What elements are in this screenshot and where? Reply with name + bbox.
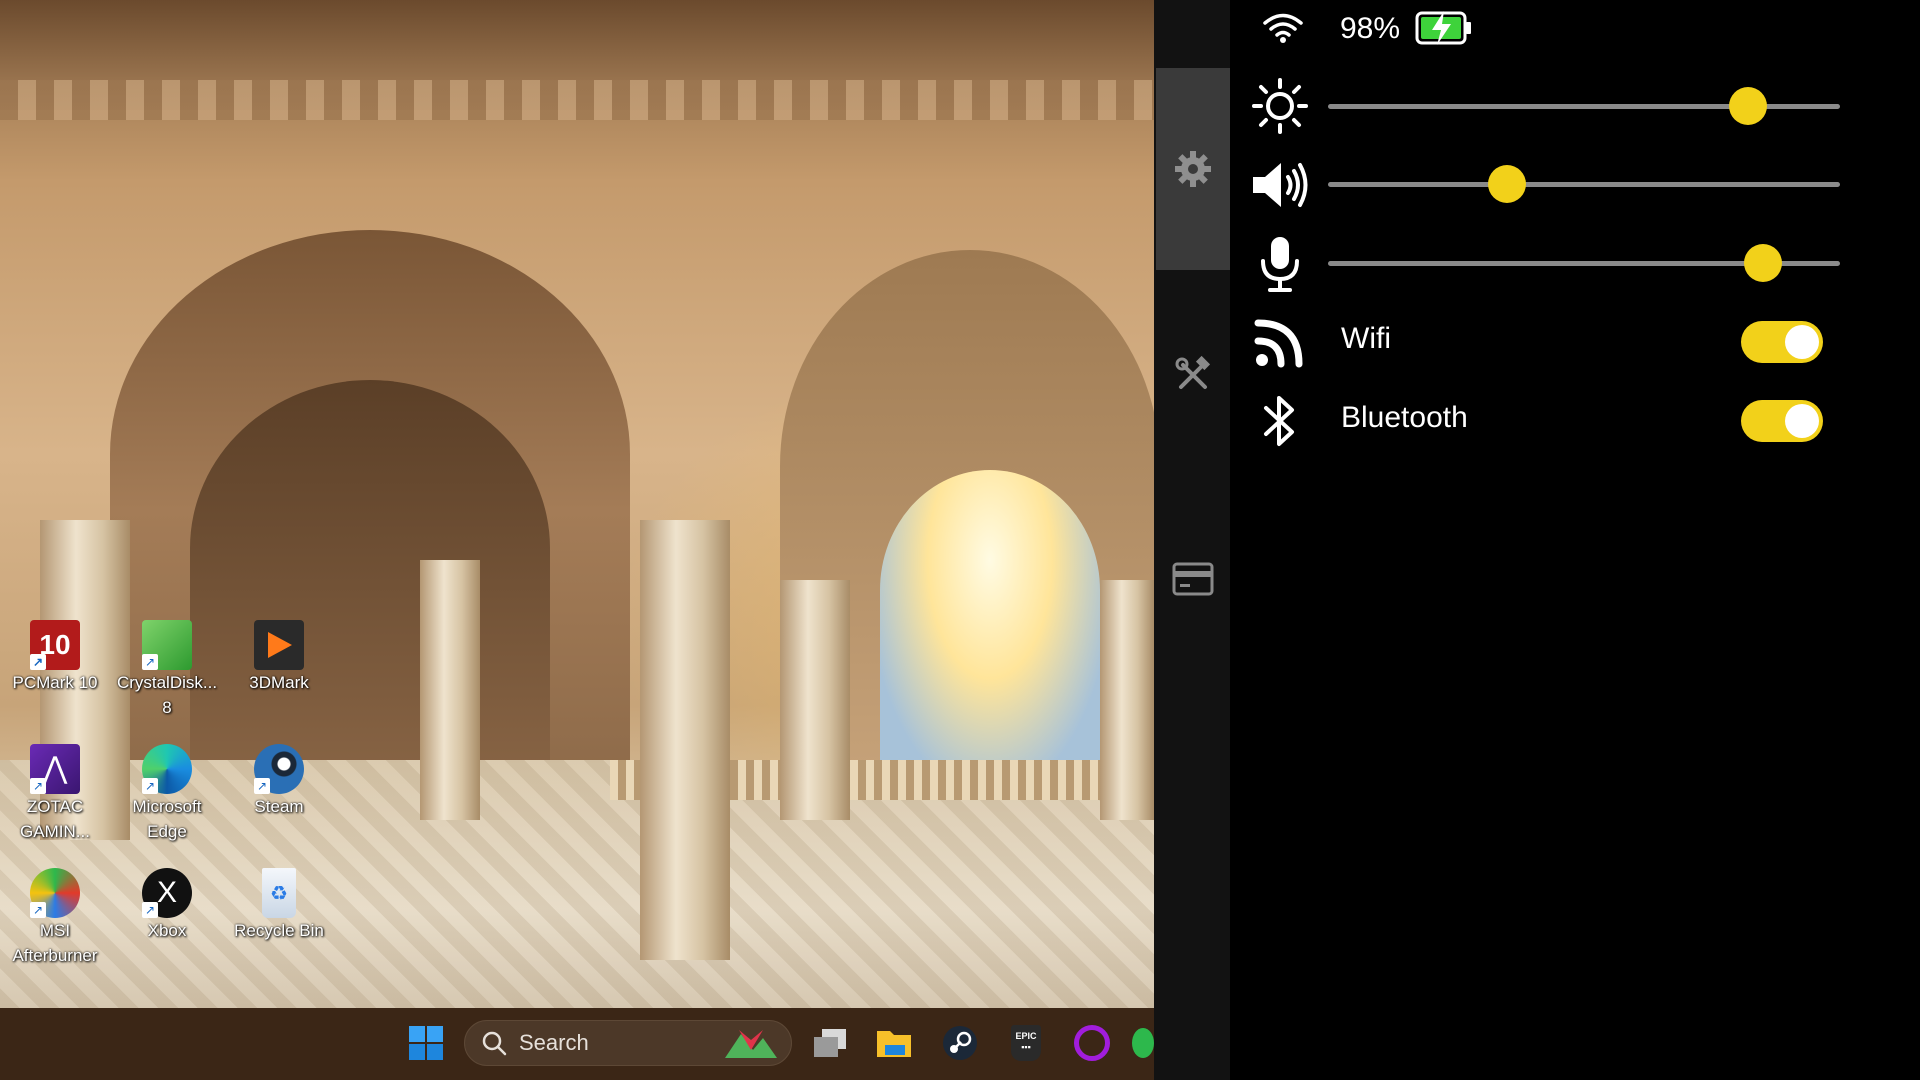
bluetooth-toggle-label: Bluetooth <box>1341 401 1468 434</box>
desktop-icon-label: MSI Afterburner <box>12 921 98 965</box>
search-highlight-icon <box>725 1030 777 1058</box>
quick-settings-panel <box>1230 0 1920 1080</box>
bluetooth-toggle[interactable] <box>1741 400 1823 442</box>
xbox-taskbar-button[interactable] <box>1132 1021 1154 1065</box>
wireless-icon <box>1254 319 1303 368</box>
search-label: Search <box>519 1030 589 1055</box>
search-icon <box>482 1031 507 1056</box>
file-explorer-button[interactable] <box>872 1021 916 1065</box>
wallpaper-pillar-5 <box>1100 580 1154 820</box>
wallpaper-pillar-4 <box>780 580 850 820</box>
desktop-icon-pcmark[interactable]: 10 ↗ PCMark 10 <box>0 620 110 695</box>
start-button[interactable] <box>404 1021 448 1065</box>
steam-icon: ↗ <box>254 744 304 794</box>
battery-charging-icon <box>1415 11 1471 45</box>
brightness-icon <box>1252 78 1308 134</box>
wifi-toggle-knob <box>1785 325 1819 359</box>
desktop-wallpaper <box>0 0 1154 1008</box>
desktop-icon-label: 3DMark <box>249 673 309 692</box>
start-icon <box>409 1026 443 1060</box>
desktop-icon-edge[interactable]: ↗ Microsoft Edge <box>112 744 222 844</box>
desktop-icon-crystaldisk[interactable]: ↗ CrystalDisk... 8 <box>112 620 222 720</box>
tools-icon <box>1175 355 1211 389</box>
bluetooth-icon <box>1264 396 1294 446</box>
file-explorer-icon <box>877 1031 911 1057</box>
3dmark-icon <box>254 620 304 670</box>
steam-icon <box>943 1026 977 1060</box>
volume-slider-thumb[interactable] <box>1488 165 1527 203</box>
volume-icon <box>1253 163 1308 207</box>
cortana-icon <box>1074 1025 1110 1061</box>
zotac-icon: ⋀ ↗ <box>30 744 80 794</box>
xbox-icon <box>1132 1028 1154 1058</box>
edge-icon: ↗ <box>142 744 192 794</box>
desktop-icon-zotac[interactable]: ⋀ ↗ ZOTAC GAMIN... <box>0 744 110 844</box>
desktop-icon-3dmark[interactable]: 3DMark <box>224 620 334 695</box>
desktop-icon-steam[interactable]: ↗ Steam <box>224 744 334 819</box>
wifi-icon <box>1263 13 1303 43</box>
microphone-row-icon <box>1248 232 1312 296</box>
rail-settings-button[interactable] <box>1168 144 1218 194</box>
crystaldisk-icon: ↗ <box>142 620 192 670</box>
desktop-icon-xbox[interactable]: X ↗ Xbox <box>112 868 222 943</box>
rail-card-button[interactable] <box>1168 554 1218 604</box>
task-view-button[interactable] <box>808 1021 852 1065</box>
settings-icon <box>1175 151 1211 187</box>
battery-percent: 98% <box>1340 12 1401 45</box>
pcmark-icon: 10 ↗ <box>30 620 80 670</box>
msi-afterburner-icon: ↗ <box>30 868 80 918</box>
rail-tools-button[interactable] <box>1168 350 1218 400</box>
wifi-toggle[interactable] <box>1741 321 1823 363</box>
microphone-icon <box>1261 237 1299 292</box>
wallpaper-pillar-3 <box>640 520 730 960</box>
cortana-button[interactable] <box>1070 1021 1114 1065</box>
xbox-icon: X ↗ <box>142 868 192 918</box>
desktop-icon-label: Recycle Bin <box>234 921 324 940</box>
desktop-icon-label: Microsoft Edge <box>132 797 202 841</box>
desktop-icon-recycle-bin[interactable]: ♻ Recycle Bin <box>224 868 334 943</box>
microphone-slider-thumb[interactable] <box>1744 244 1783 282</box>
bluetooth-row-icon <box>1248 389 1312 453</box>
wallpaper-arch-mid <box>190 380 550 800</box>
desktop-icon-label: Steam <box>254 797 304 816</box>
volume-slider[interactable] <box>1328 182 1840 187</box>
recycle-bin-icon: ♻ <box>262 868 296 918</box>
wallpaper-frieze <box>0 80 1154 120</box>
epic-games-icon: EPIC ▪▪▪ <box>1011 1025 1041 1061</box>
desktop-icon-label: CrystalDisk... 8 <box>116 673 218 717</box>
steam-taskbar-button[interactable] <box>938 1021 982 1065</box>
desktop-icon-label: ZOTAC GAMIN... <box>20 797 90 841</box>
bluetooth-toggle-knob <box>1785 404 1819 438</box>
wallpaper-pillar-2 <box>420 560 480 820</box>
wallpaper-arch-window <box>880 470 1100 770</box>
wireless-row-icon <box>1248 310 1312 374</box>
volume-row-icon <box>1248 153 1312 217</box>
desktop-icon-label: Xbox <box>147 921 187 940</box>
epic-games-button[interactable]: EPIC ▪▪▪ <box>1004 1021 1048 1065</box>
desktop-icon-label: PCMark 10 <box>12 673 98 692</box>
card-icon <box>1172 562 1214 596</box>
taskbar-search[interactable]: Search <box>464 1020 792 1066</box>
wifi-toggle-label: Wifi <box>1341 322 1391 355</box>
task-view-icon <box>814 1029 846 1057</box>
brightness-slider-thumb[interactable] <box>1728 87 1767 125</box>
desktop-icon-msi-afterburner[interactable]: ↗ MSI Afterburner <box>0 868 110 968</box>
brightness-row-icon <box>1248 74 1312 138</box>
